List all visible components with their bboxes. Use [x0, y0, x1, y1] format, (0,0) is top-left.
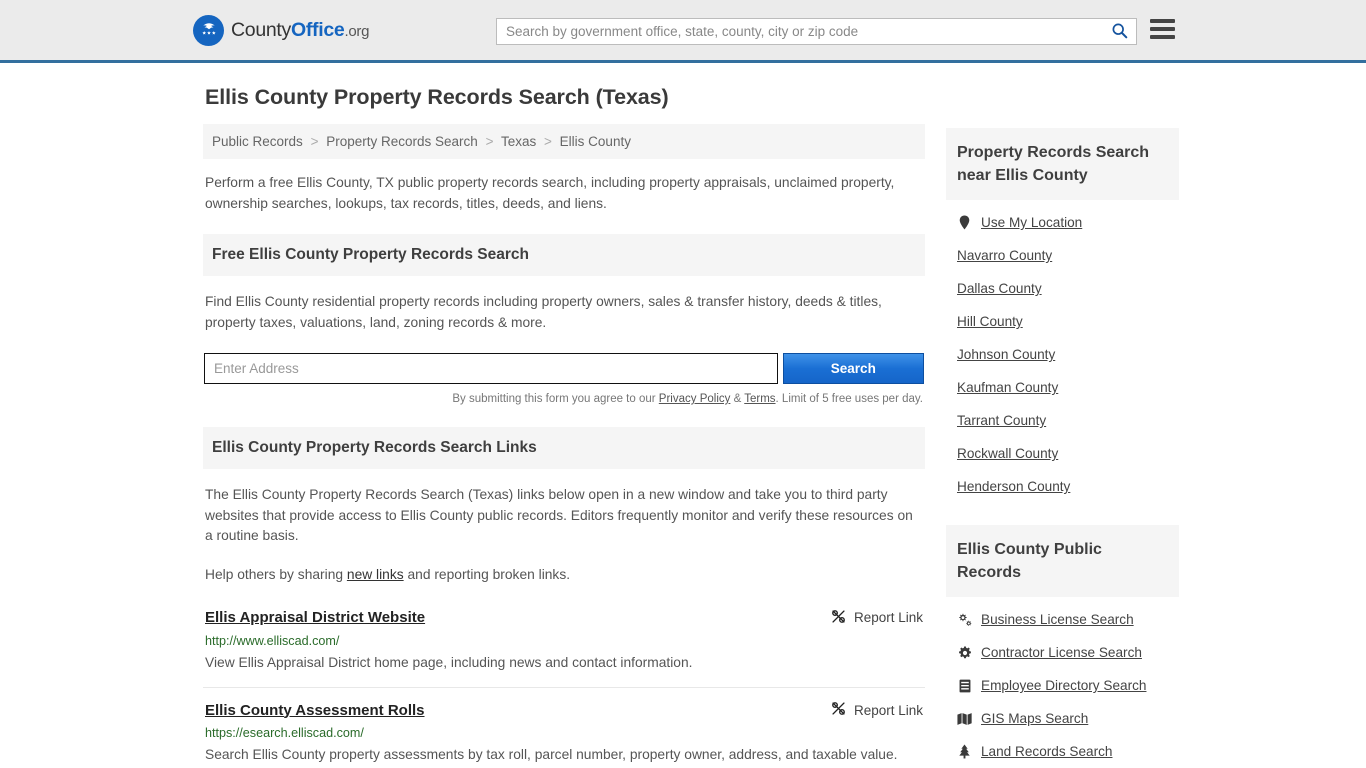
sidebar-item-label[interactable]: Land Records Search: [981, 744, 1112, 759]
sidebar-item-label[interactable]: Rockwall County: [957, 446, 1058, 461]
link-entry-url: https://esearch.elliscad.com/: [205, 726, 364, 740]
sidebar-item-use-my-location[interactable]: Use My Location: [957, 206, 1179, 239]
sidebar-item-land-records-search[interactable]: Land Records Search: [957, 735, 1179, 768]
page-intro-text: Perform a free Ellis County, TX public p…: [205, 175, 895, 211]
cogs-icon: [957, 613, 972, 627]
terms-link[interactable]: Terms: [744, 393, 775, 405]
sidebar-nearby-heading: Property Records Search near Ellis Count…: [946, 128, 1179, 200]
sidebar-item-label[interactable]: Tarrant County: [957, 413, 1046, 428]
free-search-heading: Free Ellis County Property Records Searc…: [203, 234, 925, 276]
sidebar-item-dallas-county[interactable]: Dallas County: [957, 272, 1179, 305]
sidebar-item-label[interactable]: Business License Search: [981, 612, 1134, 627]
sidebar-item-navarro-county[interactable]: Navarro County: [957, 239, 1179, 272]
sidebar-public-records-list: Business License Search Contractor Licen…: [946, 597, 1179, 768]
link-entry: Ellis County Assessment Rolls Report Lin…: [203, 692, 925, 768]
breadcrumb-item-public-records[interactable]: Public Records: [212, 134, 303, 149]
sidebar-item-label[interactable]: Kaufman County: [957, 380, 1058, 395]
tree-icon: [957, 744, 972, 759]
logo-text-office: Office: [291, 18, 345, 41]
sidebar: Property Records Search near Ellis Count…: [946, 124, 1179, 768]
logo-text-county: County: [231, 18, 291, 41]
sidebar-item-henderson-county[interactable]: Henderson County: [957, 470, 1179, 503]
help-text-pre: Help others by sharing: [205, 566, 347, 582]
breadcrumb: Public Records > Property Records Search…: [203, 124, 925, 159]
report-link-button[interactable]: Report Link: [831, 609, 923, 627]
sidebar-item-employee-directory-search[interactable]: Employee Directory Search: [957, 669, 1179, 702]
link-entry-url: http://www.elliscad.com/: [205, 633, 340, 648]
page-title: Ellis County Property Records Search (Te…: [205, 85, 669, 109]
broken-link-icon: [831, 609, 846, 627]
sidebar-nearby-list: Use My Location Navarro County Dallas Co…: [946, 200, 1179, 503]
search-input[interactable]: [497, 19, 1102, 44]
new-links-link[interactable]: new links: [347, 567, 404, 582]
sidebar-item-johnson-county[interactable]: Johnson County: [957, 338, 1179, 371]
link-entry-description: View Ellis Appraisal District home page,…: [205, 654, 693, 670]
broken-link-icon: [831, 701, 846, 719]
link-entry: Ellis Appraisal District Website Report …: [203, 600, 925, 688]
disclaimer-text-pre: By submitting this form you agree to our: [452, 393, 659, 405]
map-pin-icon: [957, 215, 972, 230]
sidebar-item-tarrant-county[interactable]: Tarrant County: [957, 404, 1179, 437]
links-section-heading: Ellis County Property Records Search Lin…: [203, 427, 925, 469]
disclaimer-amp: &: [730, 393, 745, 405]
sidebar-item-business-license-search[interactable]: Business License Search: [957, 603, 1179, 636]
breadcrumb-separator: >: [310, 134, 319, 149]
free-search-description: Find Ellis County residential property r…: [205, 294, 882, 330]
sidebar-item-rockwall-county[interactable]: Rockwall County: [957, 437, 1179, 470]
map-icon: [957, 712, 972, 726]
breadcrumb-item-texas[interactable]: Texas: [501, 134, 536, 149]
breadcrumb-separator: >: [485, 134, 494, 149]
link-entry-header: Ellis Appraisal District Website Report …: [205, 609, 923, 627]
logo-wordmark: CountyOffice.org: [231, 19, 369, 42]
breadcrumb-item-ellis-county[interactable]: Ellis County: [560, 134, 631, 149]
magnifier-icon: [1111, 22, 1128, 42]
sidebar-item-label[interactable]: Hill County: [957, 314, 1023, 329]
sidebar-item-kaufman-county[interactable]: Kaufman County: [957, 371, 1179, 404]
hamburger-menu-icon[interactable]: [1150, 19, 1175, 39]
address-input[interactable]: [204, 353, 778, 384]
report-link-label: Report Link: [853, 610, 923, 625]
sidebar-item-contractor-license-search[interactable]: Contractor License Search: [957, 636, 1179, 669]
search-submit-icon-button[interactable]: [1102, 19, 1136, 44]
sidebar-item-hill-county[interactable]: Hill County: [957, 305, 1179, 338]
global-search-bar[interactable]: [496, 18, 1137, 45]
hamburger-bar: [1150, 35, 1175, 39]
sidebar-item-label[interactable]: Use My Location: [981, 215, 1082, 230]
link-entry-title[interactable]: Ellis Appraisal District Website: [205, 609, 425, 626]
sidebar-item-label[interactable]: Contractor License Search: [981, 645, 1142, 660]
links-section-description: The Ellis County Property Records Search…: [205, 487, 913, 543]
sidebar-item-label[interactable]: Henderson County: [957, 479, 1070, 494]
privacy-policy-link[interactable]: Privacy Policy: [659, 393, 731, 405]
sidebar-item-label[interactable]: Johnson County: [957, 347, 1055, 362]
help-share-line: Help others by sharing new links and rep…: [203, 567, 925, 582]
address-search-form: Search: [203, 353, 925, 384]
sidebar-item-label[interactable]: Navarro County: [957, 248, 1052, 263]
report-link-button[interactable]: Report Link: [831, 701, 923, 719]
logo-text-org: .org: [344, 22, 370, 40]
gear-icon: [957, 645, 972, 660]
search-button[interactable]: Search: [782, 353, 924, 384]
sidebar-public-records-heading: Ellis County Public Records: [946, 525, 1179, 597]
site-logo[interactable]: CountyOffice.org: [193, 14, 369, 46]
main-content: Public Records > Property Records Search…: [203, 124, 925, 768]
breadcrumb-separator: >: [544, 134, 552, 149]
form-disclaimer: By submitting this form you agree to our…: [203, 393, 925, 405]
hamburger-bar: [1150, 19, 1175, 23]
disclaimer-text-post: . Limit of 5 free uses per day.: [775, 393, 923, 405]
link-entry-title[interactable]: Ellis County Assessment Rolls: [205, 702, 425, 719]
sidebar-item-label[interactable]: GIS Maps Search: [981, 711, 1088, 726]
hamburger-bar: [1150, 27, 1175, 31]
sidebar-item-label[interactable]: Employee Directory Search: [981, 678, 1146, 693]
eagle-seal-icon: [193, 14, 224, 46]
link-entry-description: Search Ellis County property assessments…: [205, 747, 898, 762]
help-text-post: and reporting broken links.: [403, 566, 571, 582]
site-header: CountyOffice.org: [0, 0, 1366, 63]
breadcrumb-item-property-records-search[interactable]: Property Records Search: [326, 134, 478, 149]
report-link-label: Report Link: [853, 702, 923, 718]
sidebar-item-label[interactable]: Dallas County: [957, 281, 1042, 296]
link-entry-header: Ellis County Assessment Rolls Report Lin…: [205, 701, 923, 719]
id-card-icon: [957, 679, 972, 693]
sidebar-item-gis-maps-search[interactable]: GIS Maps Search: [957, 702, 1179, 735]
